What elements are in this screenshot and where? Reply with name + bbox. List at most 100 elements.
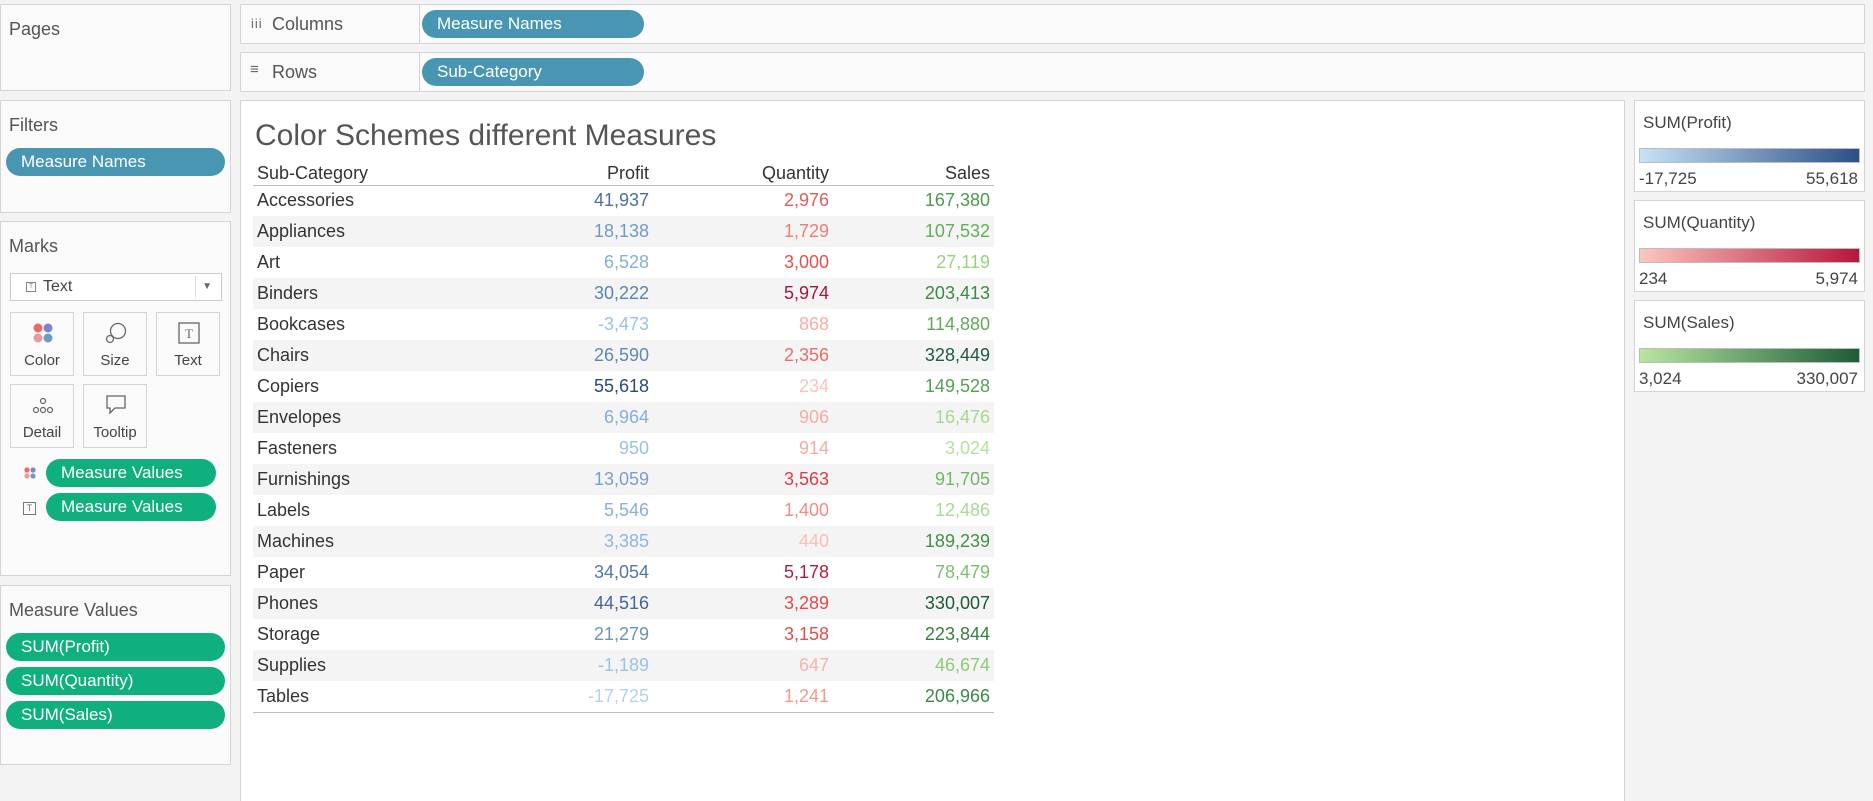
cell-sales[interactable]: 12,486	[833, 495, 994, 526]
cell-sales[interactable]: 114,880	[833, 309, 994, 340]
cell-quantity[interactable]: 3,563	[653, 464, 833, 495]
cell-profit[interactable]: 21,279	[473, 619, 653, 650]
text-button[interactable]: T Text	[156, 312, 220, 376]
cell-profit[interactable]: 55,618	[473, 371, 653, 402]
mark-type-dropdown[interactable]: T Text ▼	[10, 273, 222, 301]
cell-sub-category[interactable]: Tables	[253, 681, 473, 713]
cell-profit[interactable]: 18,138	[473, 216, 653, 247]
cell-quantity[interactable]: 5,178	[653, 557, 833, 588]
cell-sub-category[interactable]: Labels	[253, 495, 473, 526]
rows-pill-sub-category[interactable]: Sub-Category	[422, 58, 644, 86]
cell-profit[interactable]: -1,189	[473, 650, 653, 681]
cell-sales[interactable]: 167,380	[833, 185, 994, 216]
cell-sub-category[interactable]: Binders	[253, 278, 473, 309]
cell-profit[interactable]: 6,528	[473, 247, 653, 278]
table-row: Labels 5,546 1,400 12,486	[253, 495, 994, 526]
cell-profit[interactable]: 6,964	[473, 402, 653, 433]
cell-sales[interactable]: 223,844	[833, 619, 994, 650]
cell-profit[interactable]: 34,054	[473, 557, 653, 588]
cell-quantity[interactable]: 906	[653, 402, 833, 433]
cell-sub-category[interactable]: Envelopes	[253, 402, 473, 433]
cell-quantity[interactable]: 5,974	[653, 278, 833, 309]
cell-sub-category[interactable]: Phones	[253, 588, 473, 619]
cell-sales[interactable]: 27,119	[833, 247, 994, 278]
cell-profit[interactable]: 44,516	[473, 588, 653, 619]
cell-sales[interactable]: 189,239	[833, 526, 994, 557]
cell-quantity[interactable]: 3,000	[653, 247, 833, 278]
cell-sub-category[interactable]: Bookcases	[253, 309, 473, 340]
cell-profit[interactable]: -3,473	[473, 309, 653, 340]
cell-quantity[interactable]: 3,289	[653, 588, 833, 619]
measure-pill-sum-profit[interactable]: SUM(Profit)	[6, 633, 225, 661]
legend-sum-quantity[interactable]: SUM(Quantity) 234 5,974	[1634, 200, 1865, 292]
cell-sales[interactable]: 78,479	[833, 557, 994, 588]
cell-sales[interactable]: 206,966	[833, 681, 994, 713]
filters-title: Filters	[9, 115, 58, 135]
cell-quantity[interactable]: 2,356	[653, 340, 833, 371]
cell-sub-category[interactable]: Machines	[253, 526, 473, 557]
columns-divider	[419, 5, 420, 43]
cell-sales[interactable]: 328,449	[833, 340, 994, 371]
cell-profit[interactable]: 26,590	[473, 340, 653, 371]
header-quantity[interactable]: Quantity	[653, 163, 833, 186]
cell-quantity[interactable]: 234	[653, 371, 833, 402]
measure-pill-sum-sales[interactable]: SUM(Sales)	[6, 701, 225, 729]
cell-sub-category[interactable]: Accessories	[253, 185, 473, 216]
cell-quantity[interactable]: 440	[653, 526, 833, 557]
cell-quantity[interactable]: 1,729	[653, 216, 833, 247]
cell-sub-category[interactable]: Appliances	[253, 216, 473, 247]
cell-sales[interactable]: 3,024	[833, 433, 994, 464]
cell-quantity[interactable]: 647	[653, 650, 833, 681]
cell-quantity[interactable]: 2,976	[653, 185, 833, 216]
cell-sub-category[interactable]: Furnishings	[253, 464, 473, 495]
legend-sum-sales[interactable]: SUM(Sales) 3,024 330,007	[1634, 300, 1865, 392]
worksheet-view[interactable]: Color Schemes different Measures Sub-Cat…	[240, 100, 1625, 801]
detail-button[interactable]: Detail	[10, 384, 74, 448]
tooltip-button[interactable]: Tooltip	[83, 384, 147, 448]
color-dots-icon	[33, 323, 53, 343]
cell-sales[interactable]: 46,674	[833, 650, 994, 681]
cell-sales[interactable]: 91,705	[833, 464, 994, 495]
cell-quantity[interactable]: 1,241	[653, 681, 833, 713]
cell-quantity[interactable]: 1,400	[653, 495, 833, 526]
rows-shelf[interactable]: ≡ Rows Sub-Category	[240, 52, 1865, 92]
cell-profit[interactable]: 41,937	[473, 185, 653, 216]
cell-profit[interactable]: 3,385	[473, 526, 653, 557]
header-sales[interactable]: Sales	[833, 163, 994, 186]
cell-profit[interactable]: 950	[473, 433, 653, 464]
cell-profit[interactable]: 5,546	[473, 495, 653, 526]
header-sub-category[interactable]: Sub-Category	[253, 163, 473, 186]
cell-sub-category[interactable]: Chairs	[253, 340, 473, 371]
size-button[interactable]: Size	[83, 312, 147, 376]
header-profit[interactable]: Profit	[473, 163, 653, 186]
cell-quantity[interactable]: 914	[653, 433, 833, 464]
table-row: Copiers 55,618 234 149,528	[253, 371, 994, 402]
cell-profit[interactable]: -17,725	[473, 681, 653, 713]
cell-sales[interactable]: 107,532	[833, 216, 994, 247]
cell-sub-category[interactable]: Copiers	[253, 371, 473, 402]
cell-sub-category[interactable]: Paper	[253, 557, 473, 588]
legend-title: SUM(Profit)	[1643, 113, 1732, 132]
measure-pill-sum-quantity[interactable]: SUM(Quantity)	[6, 667, 225, 695]
tooltip-icon	[106, 395, 126, 415]
cell-quantity[interactable]: 868	[653, 309, 833, 340]
legend-max: 5,974	[1815, 269, 1858, 288]
cell-sub-category[interactable]: Supplies	[253, 650, 473, 681]
color-button[interactable]: Color	[10, 312, 74, 376]
columns-pill-measure-names[interactable]: Measure Names	[422, 10, 644, 38]
legend-sum-profit[interactable]: SUM(Profit) -17,725 55,618	[1634, 100, 1865, 192]
marks-color-pill-measure-values[interactable]: Measure Values	[46, 459, 216, 487]
filter-pill-measure-names[interactable]: Measure Names	[6, 148, 225, 176]
cell-profit[interactable]: 30,222	[473, 278, 653, 309]
cell-sales[interactable]: 330,007	[833, 588, 994, 619]
cell-sales[interactable]: 149,528	[833, 371, 994, 402]
cell-quantity[interactable]: 3,158	[653, 619, 833, 650]
columns-shelf[interactable]: iii Columns Measure Names	[240, 4, 1865, 44]
cell-sub-category[interactable]: Storage	[253, 619, 473, 650]
cell-sub-category[interactable]: Art	[253, 247, 473, 278]
cell-profit[interactable]: 13,059	[473, 464, 653, 495]
cell-sales[interactable]: 16,476	[833, 402, 994, 433]
cell-sub-category[interactable]: Fasteners	[253, 433, 473, 464]
cell-sales[interactable]: 203,413	[833, 278, 994, 309]
marks-text-pill-measure-values[interactable]: Measure Values	[46, 493, 216, 521]
